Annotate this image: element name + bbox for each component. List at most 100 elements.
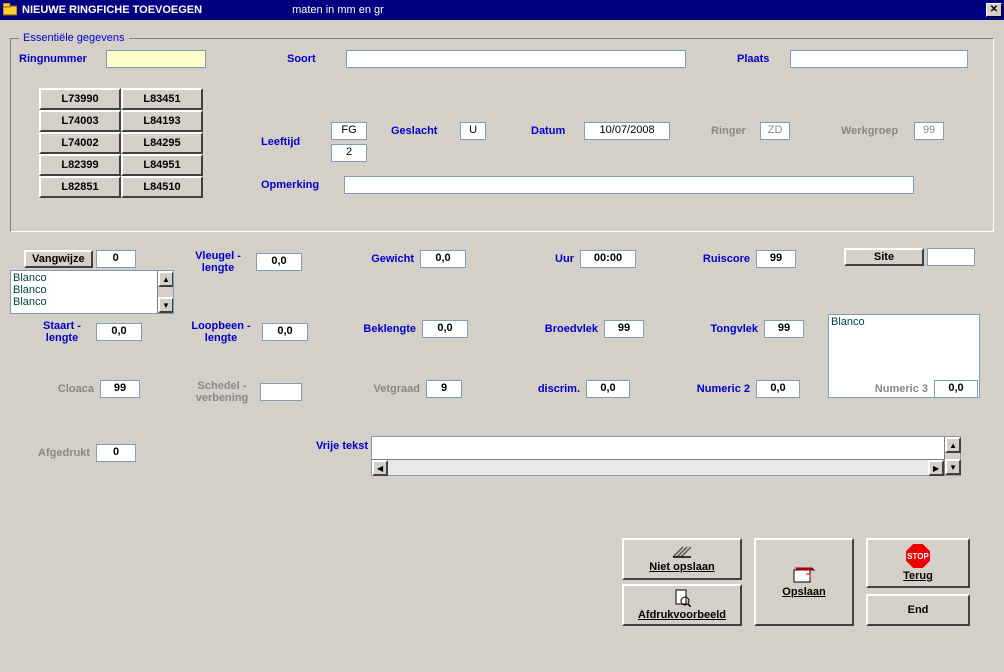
ring-cell[interactable]: L74002	[39, 132, 121, 154]
plaats-input[interactable]	[790, 50, 968, 68]
ringer-label: Ringer	[711, 125, 757, 137]
vetgraad-label: Vetgraad	[364, 383, 426, 395]
numeric3-input[interactable]: 0,0	[934, 380, 978, 398]
vrijetekst-input[interactable]: ▲ ▼ ◀ ▶	[371, 436, 961, 476]
geslacht-input[interactable]: U	[460, 122, 486, 140]
opmerking-input[interactable]	[344, 176, 914, 194]
discrim-label: discrim.	[530, 383, 586, 395]
beklengte-input[interactable]: 0,0	[422, 320, 468, 338]
scroll-left-icon[interactable]: ◀	[372, 460, 388, 476]
vetgraad-input[interactable]: 9	[426, 380, 462, 398]
ring-cell[interactable]: L73990	[39, 88, 121, 110]
cloaca-input[interactable]: 99	[100, 380, 140, 398]
ring-cell[interactable]: L74003	[39, 110, 121, 132]
site-button[interactable]: Site	[844, 248, 924, 266]
window-subtitle: maten in mm en gr	[292, 4, 384, 16]
terug-button[interactable]: STOP Terug	[866, 538, 970, 588]
cancel-icon	[671, 545, 693, 559]
soort-label: Soort	[287, 53, 343, 65]
schedel-label: Schedel - verbening	[190, 380, 260, 404]
leeftijd-code-input[interactable]: FG	[331, 122, 367, 140]
afdrukvoorbeeld-button[interactable]: Afdrukvoorbeeld	[622, 584, 742, 626]
list-item[interactable]: Blanco	[13, 272, 171, 284]
save-icon	[792, 566, 816, 584]
cloaca-label: Cloaca	[50, 383, 100, 395]
scroll-down-icon[interactable]: ▼	[158, 297, 174, 313]
scroll-up-icon[interactable]: ▲	[158, 271, 174, 287]
essentials-group: Essentiële gegevens Ringnummer Soort Pla…	[10, 32, 994, 232]
end-label: End	[908, 604, 929, 616]
opslaan-button[interactable]: Opslaan	[754, 538, 854, 626]
opslaan-label: Opslaan	[782, 586, 825, 598]
vangwijze-list[interactable]: Blanco Blanco Blanco ▲ ▼	[10, 270, 174, 314]
ring-cell[interactable]: L83451	[121, 88, 203, 110]
niet-opslaan-button[interactable]: Niet opslaan	[622, 538, 742, 580]
broedvlek-label: Broedvlek	[534, 323, 604, 335]
datum-label: Datum	[531, 125, 581, 137]
opmerking-label: Opmerking	[261, 179, 341, 191]
print-preview-icon	[673, 589, 691, 607]
werkgroep-input[interactable]: 99	[914, 122, 944, 140]
ruiscore-input[interactable]: 99	[756, 250, 796, 268]
ring-cell[interactable]: L84193	[121, 110, 203, 132]
vleugel-input[interactable]: 0,0	[256, 253, 302, 271]
list-item[interactable]: Blanco	[13, 296, 171, 308]
title-bar: NIEUWE RINGFICHE TOEVOEGEN maten in mm e…	[0, 0, 1004, 20]
gewicht-input[interactable]: 0,0	[420, 250, 466, 268]
ring-cell[interactable]: L84951	[121, 154, 203, 176]
niet-opslaan-label: Niet opslaan	[649, 561, 714, 573]
afgedrukt-label: Afgedrukt	[28, 447, 96, 459]
loopbeen-input[interactable]: 0,0	[262, 323, 308, 341]
ring-grid: L73990L83451 L74003L84193 L74002L84295 L…	[39, 88, 203, 198]
numeric2-input[interactable]: 0,0	[756, 380, 800, 398]
geslacht-label: Geslacht	[391, 125, 457, 137]
essentials-legend: Essentiële gegevens	[19, 32, 129, 44]
broedvlek-input[interactable]: 99	[604, 320, 644, 338]
close-button[interactable]: ✕	[986, 3, 1002, 17]
ring-cell[interactable]: L82851	[39, 176, 121, 198]
terug-label: Terug	[903, 570, 933, 582]
ring-cell[interactable]: L84295	[121, 132, 203, 154]
numeric3-label: Numeric 3	[868, 383, 934, 395]
vleugel-label: Vleugel - lengte	[186, 250, 256, 274]
schedel-input[interactable]	[260, 383, 302, 401]
gewicht-label: Gewicht	[360, 253, 420, 265]
ringer-input[interactable]: ZD	[760, 122, 790, 140]
soort-input[interactable]	[346, 50, 686, 68]
scroll-right-icon[interactable]: ▶	[928, 460, 944, 476]
afgedrukt-input[interactable]: 0	[96, 444, 136, 462]
numeric2-label: Numeric 2	[690, 383, 756, 395]
uur-label: Uur	[540, 253, 580, 265]
beklengte-label: Beklengte	[352, 323, 422, 335]
list-item[interactable]: Blanco	[13, 284, 171, 296]
ring-cell[interactable]: L82399	[39, 154, 121, 176]
staart-label: Staart - lengte	[34, 320, 96, 344]
ring-cell[interactable]: L84510	[121, 176, 203, 198]
ruiscore-label: Ruiscore	[690, 253, 756, 265]
loopbeen-label: Loopbeen - lengte	[186, 320, 262, 344]
discrim-input[interactable]: 0,0	[586, 380, 630, 398]
ringnummer-input[interactable]	[106, 50, 206, 68]
tongvlek-label: Tongvlek	[702, 323, 764, 335]
plaats-label: Plaats	[737, 53, 787, 65]
window-title: NIEUWE RINGFICHE TOEVOEGEN	[22, 4, 202, 16]
site-input[interactable]	[927, 248, 975, 266]
list-item[interactable]: Blanco	[831, 316, 977, 328]
tongvlek-input[interactable]: 99	[764, 320, 804, 338]
vangwijze-button[interactable]: Vangwijze	[24, 250, 93, 268]
vrijetekst-label: Vrije tekst	[294, 436, 368, 452]
werkgroep-label: Werkgroep	[841, 125, 911, 137]
vangwijze-input[interactable]: 0	[96, 250, 136, 268]
scroll-up-icon[interactable]: ▲	[945, 437, 961, 453]
staart-input[interactable]: 0,0	[96, 323, 142, 341]
end-button[interactable]: End	[866, 594, 970, 626]
stop-icon: STOP	[906, 544, 930, 568]
datum-input[interactable]: 10/07/2008	[584, 122, 670, 140]
ringnummer-label: Ringnummer	[19, 53, 103, 65]
leeftijd-label: Leeftijd	[261, 136, 331, 148]
scroll-down-icon[interactable]: ▼	[945, 459, 961, 475]
uur-input[interactable]: 00:00	[580, 250, 636, 268]
app-icon	[2, 2, 18, 18]
leeftijd-num-input[interactable]: 2	[331, 144, 367, 162]
afdrukvoorbeeld-label: Afdrukvoorbeeld	[638, 609, 726, 621]
